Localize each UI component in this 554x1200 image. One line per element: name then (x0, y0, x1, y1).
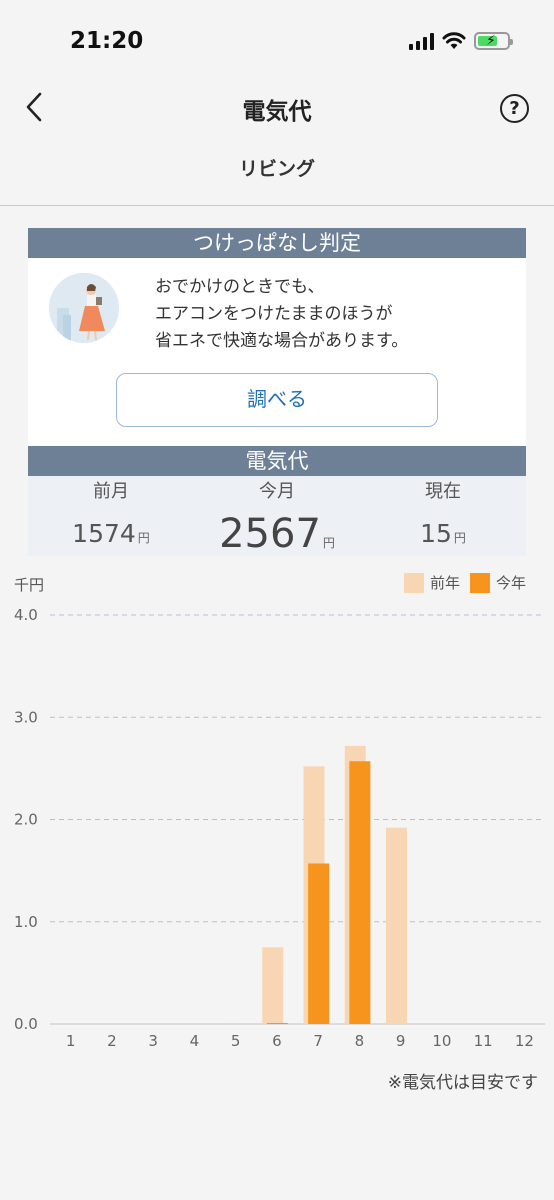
y-tick-label: 2.0 (14, 811, 38, 829)
summary-this-month: 今月 2567 円 (194, 476, 360, 556)
monthly-cost-chart: 千円 0.0 1.0 2.0 3.0 4.0 1 2 3 4 5 6 7 8 9 10 11 12 前年 今年 (0, 560, 554, 1100)
legend-swatch-last-year (403, 572, 424, 593)
app-header: 電気代 ? リビング (0, 80, 554, 206)
judge-message-line: おでかけのときでも、 (155, 277, 325, 297)
x-tick-label: 5 (231, 1032, 241, 1050)
cellular-signal-icon (409, 32, 434, 50)
bar-last-year (262, 947, 284, 1024)
y-tick-label: 3.0 (14, 708, 38, 726)
judge-message-line: エアコンをつけたままのほうが (155, 304, 393, 324)
charging-bolt-icon: ⚡ (486, 33, 496, 49)
legend-swatch-this-year (469, 572, 490, 593)
summary-label: 今月 (259, 481, 295, 502)
woman-outing-illustration (49, 273, 119, 343)
summary-unit: 円 (137, 531, 150, 545)
status-time: 21:20 (70, 28, 144, 54)
page-title: 電気代 (242, 99, 312, 125)
summary-label: 現在 (425, 481, 461, 502)
judge-message: おでかけのときでも、 エアコンをつけたままのほうが 省エネで快適な場合があります… (155, 274, 408, 355)
summary-unit: 円 (453, 531, 466, 545)
investigate-button[interactable]: 調べる (116, 373, 438, 427)
x-tick-label: 8 (355, 1032, 365, 1050)
info-card: つけっぱなし判定 おでかけのときでも、 エアコンをつけたままのほうが 省エネで快… (28, 228, 526, 556)
bar-chart: 千円 0.01.02.03.04.01 2 3 4 5 6 7 8 9 10 11 12 (14, 576, 545, 1050)
bar-this-year (349, 761, 371, 1024)
judge-message-line: 省エネで快適な場合があります。 (155, 331, 409, 351)
x-tick-label: 4 (190, 1032, 200, 1050)
battery-icon: ⚡ (474, 32, 513, 50)
x-tick-label: 11 (474, 1032, 493, 1050)
legend-label-this-year: 今年 (495, 574, 526, 592)
estimate-note: ※電気代は目安です (387, 1073, 538, 1093)
room-name: リビング (238, 158, 315, 180)
x-tick-label: 10 (432, 1032, 451, 1050)
status-bar: 21:20 ⚡ (0, 0, 554, 80)
summary-value: 2567 (219, 511, 321, 557)
x-tick-label: 3 (148, 1032, 158, 1050)
wifi-icon (442, 32, 466, 49)
bar-last-year (386, 827, 407, 1024)
chart-legend: 前年 今年 (403, 572, 526, 593)
summary-value: 15 (420, 519, 452, 548)
summary-value: 1574 (72, 519, 136, 548)
x-tick-label: 12 (515, 1032, 534, 1050)
summary-unit: 円 (322, 536, 335, 550)
summary-label: 前月 (93, 481, 129, 502)
bar-this-year (266, 1022, 288, 1024)
cost-summary: 前月 1574 円 今月 2567 円 現在 15 円 (28, 476, 526, 556)
summary-current: 現在 15 円 (360, 476, 526, 556)
status-icons: ⚡ (409, 28, 513, 54)
legend-label-last-year: 前年 (429, 574, 460, 592)
judge-title: つけっぱなし判定 (28, 228, 526, 258)
x-tick-label: 9 (396, 1032, 406, 1050)
summary-last-month: 前月 1574 円 (28, 476, 194, 556)
x-tick-label: 1 (66, 1032, 76, 1050)
help-button[interactable]: ? (500, 94, 529, 123)
x-tick-label: 2 (107, 1032, 117, 1050)
x-tick-label: 7 (313, 1032, 323, 1050)
y-tick-label: 1.0 (14, 913, 38, 931)
judge-section: おでかけのときでも、 エアコンをつけたままのほうが 省エネで快適な場合があります… (28, 258, 526, 446)
bar-this-year (308, 863, 330, 1024)
y-tick-label: 4.0 (14, 606, 38, 624)
y-unit-label: 千円 (14, 576, 44, 594)
bar-last-year (221, 1022, 242, 1024)
summary-title: 電気代 (28, 446, 526, 476)
x-tick-label: 6 (272, 1032, 282, 1050)
y-tick-label: 0.0 (14, 1015, 38, 1033)
